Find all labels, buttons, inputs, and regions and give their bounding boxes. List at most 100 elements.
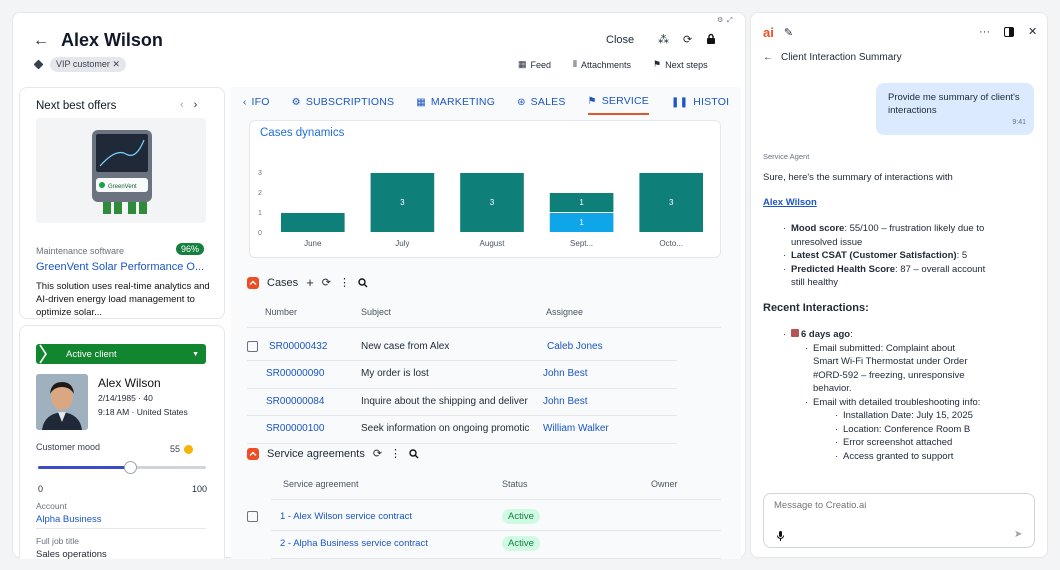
feed-button[interactable]: ▦ Feed bbox=[518, 59, 551, 70]
case-assignee-link[interactable]: Caleb Jones bbox=[547, 341, 603, 352]
summary-bullet: Predicted Health Score: 87 – overall acc… bbox=[783, 263, 993, 290]
more-options-icon[interactable]: ··· bbox=[979, 26, 990, 38]
offer-category: Maintenance software bbox=[36, 246, 125, 256]
more-agreements-icon[interactable]: ⋮ bbox=[390, 447, 401, 460]
tab-subscriptions[interactable]: ⚙ SUBSCRIPTIONS bbox=[292, 89, 395, 115]
recent-when: 6 days ago bbox=[801, 329, 851, 340]
tab-marketing[interactable]: ▦ MARKETING bbox=[416, 89, 495, 115]
tag-row: VIP customer ✕ bbox=[33, 57, 126, 72]
flag-icon: ⚑ bbox=[587, 95, 597, 107]
job-label: Full job title bbox=[36, 536, 79, 546]
ai-window-controls: ··· ✕ bbox=[979, 25, 1037, 39]
tab-service[interactable]: ⚑ SERVICE bbox=[587, 89, 650, 115]
data-label: 1 bbox=[579, 198, 584, 207]
agreement-link[interactable]: 2 - Alpha Business service contract bbox=[280, 538, 428, 549]
mood-label: Customer mood bbox=[36, 442, 101, 452]
agreements-table: Service agreement Status Owner 1 - Alex … bbox=[247, 469, 721, 559]
case-assignee-link[interactable]: John Best bbox=[543, 368, 587, 379]
offer-product-link[interactable]: GreenVent Solar Performance O... bbox=[36, 261, 204, 273]
close-panel-icon[interactable]: ✕ bbox=[1028, 25, 1037, 38]
vip-tag[interactable]: VIP customer ✕ bbox=[50, 57, 126, 72]
expand-icon[interactable]: ⤢ bbox=[727, 17, 733, 24]
tab-label: SERVICE bbox=[601, 95, 650, 107]
collapse-cases-icon[interactable] bbox=[247, 276, 259, 289]
table-row[interactable]: SR00000100 Seek information on ongoing pr… bbox=[247, 420, 721, 438]
case-number-link[interactable]: SR00000090 bbox=[266, 368, 324, 379]
tab-histoi[interactable]: ❚❚ HISTOI bbox=[671, 89, 729, 115]
mood-slider[interactable] bbox=[38, 461, 206, 474]
feed-icon: ▦ bbox=[518, 59, 527, 69]
refresh-icon[interactable]: ⟳ bbox=[683, 33, 692, 46]
user-message-bubble: Provide me summary of client's interacti… bbox=[876, 83, 1034, 135]
back-arrow-icon[interactable]: ← bbox=[33, 32, 49, 50]
case-assignee-link[interactable]: John Best bbox=[543, 396, 587, 407]
tab-ifo[interactable]: ‹ IFO bbox=[243, 89, 270, 115]
divider bbox=[36, 528, 206, 529]
attachments-button[interactable]: ⦀ Attachments bbox=[573, 59, 631, 70]
case-number-link[interactable]: SR00000100 bbox=[266, 423, 324, 434]
chevron-left-icon: ‹ bbox=[243, 96, 247, 108]
status-badge: Active bbox=[502, 536, 540, 551]
case-assignee-link[interactable]: William Walker bbox=[543, 423, 609, 434]
close-button[interactable]: Close bbox=[606, 34, 634, 46]
row-checkbox[interactable] bbox=[247, 340, 258, 352]
case-subject: New case from Alex bbox=[361, 340, 450, 352]
client-link[interactable]: Alex Wilson bbox=[763, 197, 817, 208]
bullet-text: : 5 bbox=[956, 250, 968, 261]
bullet-label: Latest CSAT (Customer Satisfaction) bbox=[791, 250, 957, 261]
settings-dot-icon[interactable]: ⚙ bbox=[717, 17, 723, 24]
case-number-link[interactable]: SR00000432 bbox=[269, 341, 327, 352]
profile-local-time: 9:18 AM · United States bbox=[98, 407, 188, 417]
mood-slider-thumb[interactable] bbox=[124, 461, 138, 474]
divider bbox=[247, 415, 677, 416]
table-row[interactable]: SR00000084 Inquire about the shipping and… bbox=[247, 392, 721, 410]
back-icon[interactable]: ← bbox=[763, 52, 773, 63]
remove-tag-icon[interactable]: ✕ bbox=[112, 59, 120, 69]
gear-icon: ⚙ bbox=[291, 96, 301, 108]
page-title: Alex Wilson bbox=[61, 30, 163, 50]
collapse-agreements-icon[interactable] bbox=[247, 447, 259, 460]
new-chat-icon[interactable]: ✎ bbox=[784, 26, 793, 39]
header-links: ▦ Feed ⦀ Attachments ⚑ Next steps bbox=[518, 59, 708, 70]
agreement-link[interactable]: 1 - Alex Wilson service contract bbox=[280, 511, 412, 522]
tab-label: IFO bbox=[251, 96, 270, 108]
agent-intro: Sure, here's the summary of interactions… bbox=[763, 172, 953, 183]
search-cases-icon[interactable] bbox=[358, 277, 368, 288]
account-link[interactable]: Alpha Business bbox=[36, 514, 101, 525]
next-steps-button[interactable]: ⚑ Next steps bbox=[653, 59, 708, 70]
microphone-icon[interactable] bbox=[777, 531, 784, 541]
send-icon[interactable]: ➤ bbox=[1014, 529, 1022, 540]
table-row[interactable]: 2 - Alpha Business service contract Activ… bbox=[247, 535, 721, 553]
next-offer-icon[interactable]: › bbox=[194, 99, 198, 111]
x-tick-label: Octo... bbox=[659, 239, 683, 248]
dock-panel-icon[interactable] bbox=[1004, 26, 1014, 37]
client-status-select[interactable]: Active client ▼ bbox=[36, 344, 206, 364]
case-subject: Seek information on ongoing promotic bbox=[361, 423, 530, 434]
message-input[interactable] bbox=[774, 500, 1024, 511]
hierarchy-icon[interactable]: ⁂ bbox=[658, 33, 669, 46]
avatar-portrait bbox=[36, 374, 88, 430]
tab-label: SUBSCRIPTIONS bbox=[305, 96, 395, 108]
refresh-agreements-icon[interactable]: ⟳ bbox=[373, 447, 382, 460]
col-assignee: Assignee bbox=[546, 307, 584, 317]
mood-number: 55 bbox=[170, 444, 181, 454]
cases-header-row: Number Subject Assignee bbox=[247, 305, 721, 319]
prev-offer-icon[interactable]: ‹ bbox=[180, 99, 184, 111]
lock-icon[interactable] bbox=[706, 33, 716, 46]
table-row[interactable]: SR00000090 My order is lost John Best bbox=[247, 365, 721, 383]
bar-june-s0 bbox=[280, 213, 345, 232]
divider bbox=[271, 530, 721, 531]
detail-item: Installation Date: July 15, 2025 bbox=[835, 409, 1009, 423]
case-number-link[interactable]: SR00000084 bbox=[266, 396, 324, 407]
table-row[interactable]: 1 - Alex Wilson service contract Active bbox=[247, 507, 721, 525]
more-cases-icon[interactable]: ⋮ bbox=[339, 276, 350, 289]
tab-sales[interactable]: ⊛ SALES bbox=[517, 89, 565, 115]
add-case-icon[interactable]: + bbox=[306, 275, 314, 290]
refresh-cases-icon[interactable]: ⟳ bbox=[322, 276, 331, 289]
table-row[interactable]: SR00000432 New case from Alex Caleb Jones bbox=[247, 337, 721, 355]
case-subject: My order is lost bbox=[361, 368, 429, 379]
row-checkbox[interactable] bbox=[247, 510, 258, 522]
user-message-text: Provide me summary of client's interacti… bbox=[888, 92, 1020, 116]
search-agreements-icon[interactable] bbox=[409, 448, 419, 459]
calendar-icon: ▦ bbox=[416, 96, 426, 108]
